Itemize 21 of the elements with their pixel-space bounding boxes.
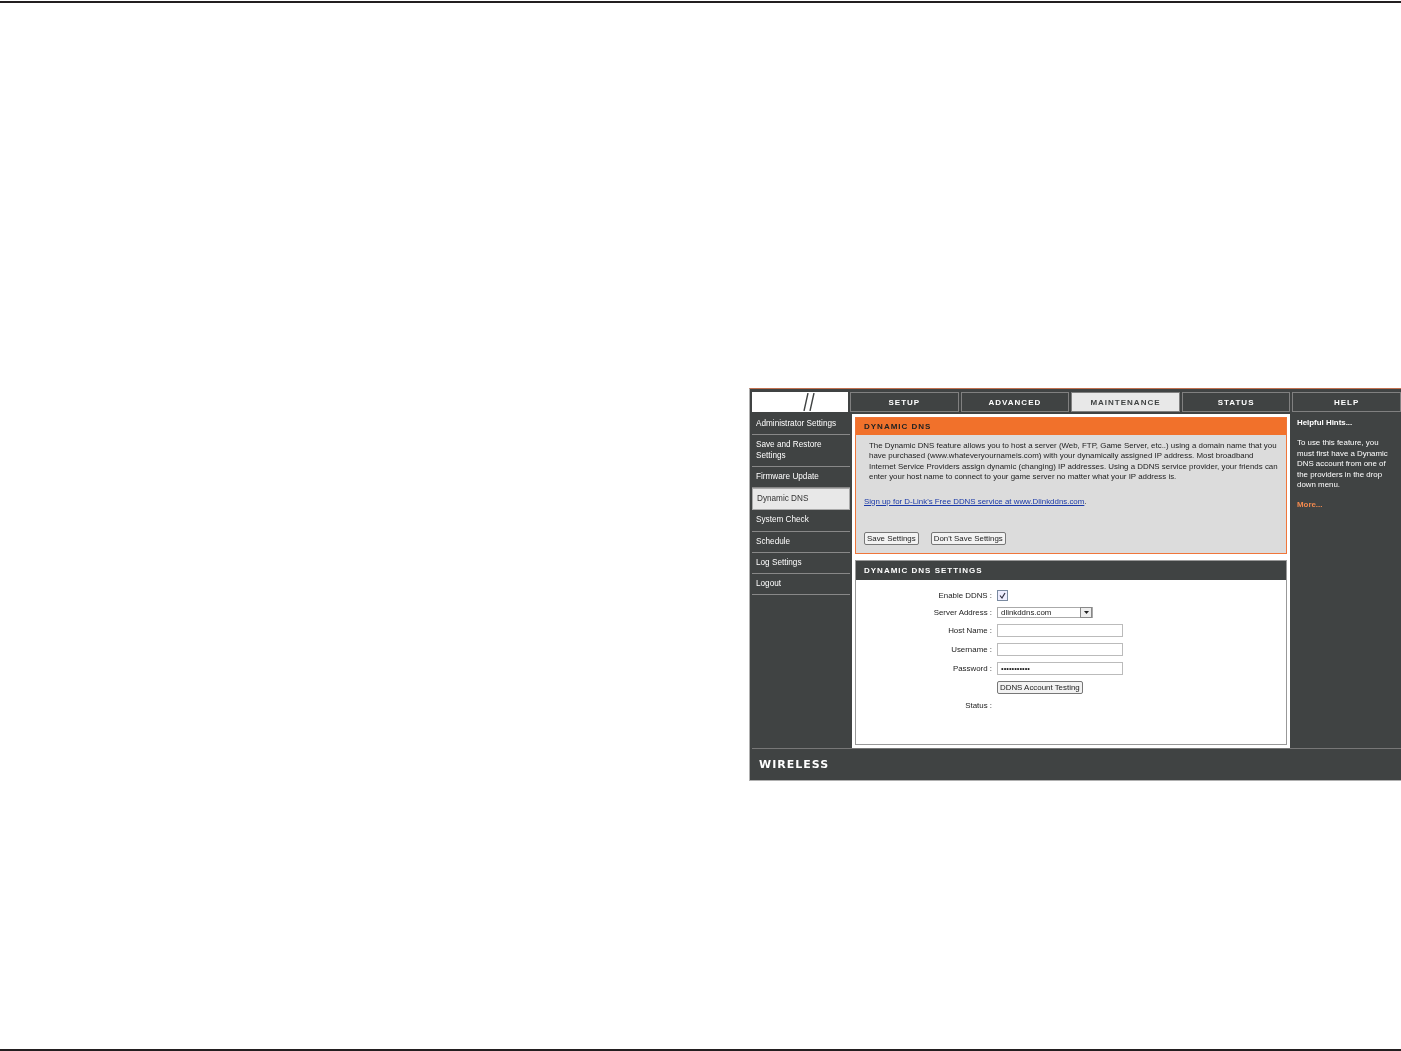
caret-icon (1083, 610, 1089, 614)
nav-tab[interactable]: SETUP (850, 392, 959, 412)
nav-tab[interactable]: HELP (1292, 392, 1401, 412)
brand-text: WIRELESS (759, 758, 830, 771)
input-field[interactable] (997, 623, 1123, 637)
nav-tab[interactable]: STATUS (1181, 392, 1291, 412)
section-title: DYNAMIC DNS SETTINGS (856, 560, 1286, 580)
sidebar-item[interactable]: Logout (752, 574, 850, 596)
sidebar-item[interactable]: Dynamic DNS (752, 488, 850, 511)
nav-tab[interactable]: ADVANCED (960, 392, 1070, 412)
nav-tab[interactable]: MAINTENANCE (1071, 392, 1180, 412)
sidebar-item[interactable]: Administrator Settings (752, 414, 850, 436)
sidebar-item[interactable]: Log Settings (752, 552, 850, 574)
checkbox[interactable] (997, 589, 1008, 601)
sidebar-item[interactable]: Schedule (752, 531, 850, 553)
logo-slashes-icon (802, 393, 818, 411)
section-title: DYNAMIC DNS (856, 418, 1286, 435)
sidebar-item[interactable]: Save and Restore Settings (752, 435, 850, 467)
sidebar-item[interactable]: System Check (752, 510, 850, 532)
check-icon (999, 591, 1006, 599)
input-field[interactable] (997, 642, 1123, 656)
